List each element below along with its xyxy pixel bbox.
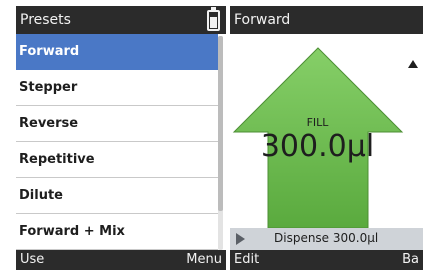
volume-readout: 300.0µl <box>260 129 375 164</box>
presets-softkey-bar: Use Menu <box>16 250 226 270</box>
menu-softkey[interactable]: Menu <box>186 250 222 270</box>
presets-title-bar: Presets <box>16 6 226 34</box>
preset-item-reverse[interactable]: Reverse <box>16 106 218 142</box>
use-softkey[interactable]: Use <box>20 250 44 270</box>
presets-screen: Presets Forward Stepper Reverse Repetiti… <box>16 0 226 270</box>
preset-item-repetitive[interactable]: Repetitive <box>16 142 218 178</box>
preset-item-dilute[interactable]: Dilute <box>16 178 218 214</box>
play-icon <box>236 233 245 245</box>
battery-icon <box>207 7 220 31</box>
forward-screen: Forward FILL 300.0µl Dispense 300.0µl Ed… <box>230 0 423 270</box>
up-triangle-icon <box>408 60 418 68</box>
preset-item-stepper[interactable]: Stepper <box>16 70 218 106</box>
dispense-bar[interactable]: Dispense 300.0µl <box>230 228 423 250</box>
forward-title-bar: Forward <box>230 6 423 34</box>
presets-scroll-thumb[interactable] <box>218 36 223 211</box>
forward-softkey-bar: Edit Ba <box>230 250 423 270</box>
presets-list: Forward Stepper Reverse Repetitive Dilut… <box>16 34 218 250</box>
dispense-text: Dispense 300.0µl <box>274 231 379 245</box>
forward-title: Forward <box>234 12 291 28</box>
fill-label: FILL <box>306 116 329 129</box>
edit-softkey[interactable]: Edit <box>234 250 259 270</box>
presets-scrollbar[interactable] <box>218 36 223 250</box>
preset-item-forward[interactable]: Forward <box>16 34 218 70</box>
presets-title: Presets <box>20 12 71 28</box>
back-softkey[interactable]: Ba <box>402 250 419 270</box>
preset-item-forward-mix[interactable]: Forward + Mix <box>16 214 218 250</box>
